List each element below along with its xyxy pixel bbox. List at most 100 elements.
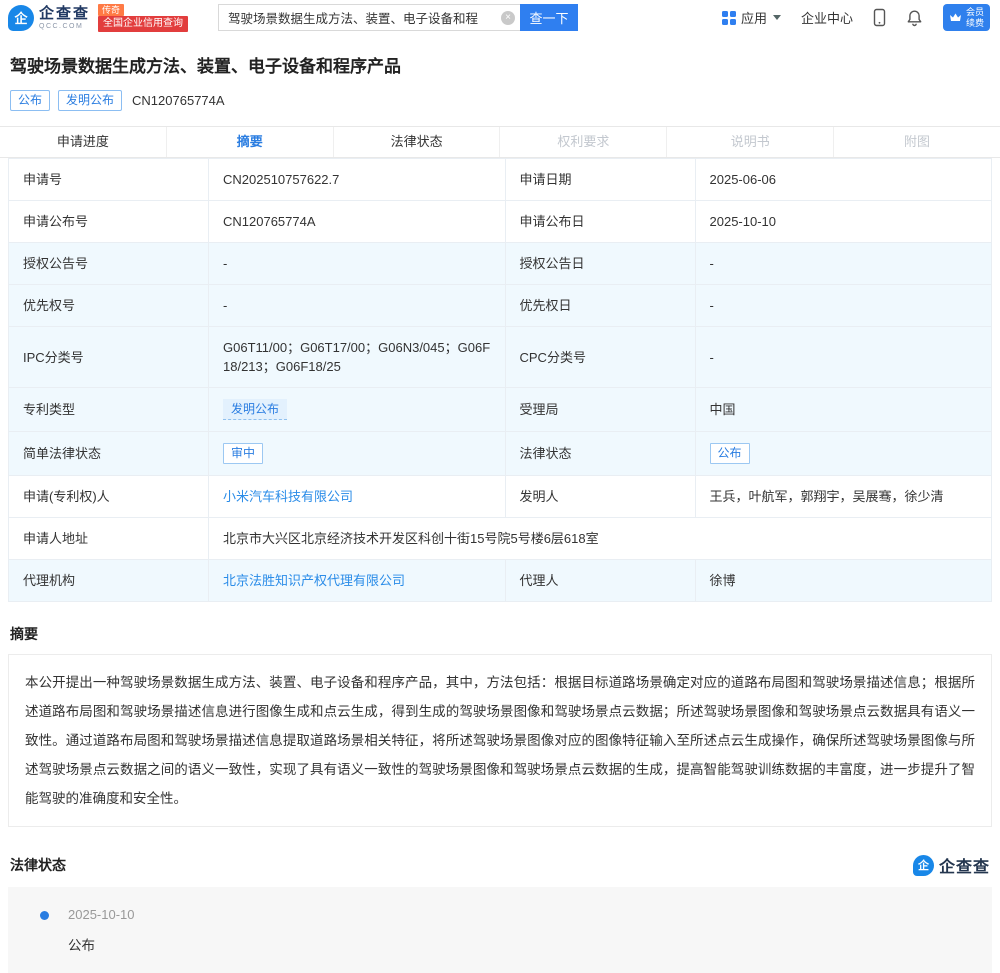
- badge-bottom-label: 全国企业信用查询: [98, 15, 189, 32]
- field-label: 优先权日: [504, 284, 696, 327]
- qcc-logo-icon: 企: [8, 4, 34, 31]
- bell-icon: [907, 10, 922, 26]
- field-label: 申请公布号: [8, 200, 209, 243]
- field-label: 申请日期: [504, 158, 696, 201]
- field-label: 受理局: [504, 387, 696, 432]
- field-label: 代理人: [504, 559, 696, 602]
- patent-number: CN120765774A: [132, 93, 225, 108]
- enterprise-center-link[interactable]: 企业中心: [801, 8, 853, 27]
- qcc-logo-name: 企查查: [39, 4, 91, 22]
- abstract-text: 本公开提出一种驾驶场景数据生成方法、装置、电子设备和程序产品，其中，方法包括：根…: [8, 654, 992, 827]
- patent-type-tag: 发明公布: [58, 90, 123, 111]
- tab-abstract[interactable]: 摘要: [166, 127, 334, 157]
- field-label: 申请号: [8, 158, 209, 201]
- legal-status-header: 法律状态 企 企查查: [10, 853, 990, 877]
- tab-claims: 权利要求: [500, 127, 668, 157]
- field-value: -: [694, 326, 992, 388]
- abstract-heading: 摘要: [10, 626, 38, 642]
- table-row: 申请人地址 北京市大兴区北京经济技术开发区科创十街15号院5号楼6层618室: [8, 517, 992, 560]
- field-value: CN202510757622.7: [208, 158, 506, 201]
- qcc-watermark-logo: 企 企查查: [912, 853, 990, 877]
- search-button[interactable]: 查一下: [520, 4, 579, 31]
- badge-top-label: 传奇: [98, 3, 125, 16]
- mobile-app-button[interactable]: [873, 8, 886, 27]
- field-label: 申请(专利权)人: [8, 475, 209, 518]
- field-value: -: [694, 284, 992, 327]
- top-nav: 应用 企业中心 会员 续费: [721, 4, 990, 31]
- field-value: 北京市大兴区北京经济技术开发区科创十街15号院5号楼6层618室: [208, 517, 992, 560]
- field-value: 徐博: [694, 559, 992, 602]
- field-label: CPC分类号: [504, 326, 696, 388]
- patent-tag-row: 公布 发明公布 CN120765774A: [10, 90, 990, 111]
- field-value: 中国: [694, 387, 992, 432]
- applicant-link[interactable]: 小米汽车科技有限公司: [223, 489, 353, 504]
- field-label: 专利类型: [8, 387, 209, 432]
- apps-grid-icon: [721, 10, 736, 25]
- simple-legal-status-badge: 审中: [223, 443, 264, 464]
- field-value: 王兵，叶航军，郭翔宇，吴展骞，徐少清: [694, 475, 992, 518]
- field-value: -: [208, 284, 506, 327]
- patent-detail-table: 申请号 CN202510757622.7 申请日期 2025-06-06 申请公…: [8, 158, 992, 602]
- field-label: 申请人地址: [8, 517, 209, 560]
- vip-renew-button[interactable]: 会员 续费: [942, 4, 990, 31]
- legal-status-badge: 公布: [709, 443, 750, 464]
- field-label: 法律状态: [504, 431, 696, 476]
- table-row: 申请公布号 CN120765774A 申请公布日 2025-10-10: [8, 200, 992, 243]
- search-input[interactable]: [219, 10, 521, 25]
- field-value: 2025-06-06: [694, 158, 992, 201]
- field-label: 申请公布日: [504, 200, 696, 243]
- publish-status-tag: 公布: [10, 90, 51, 111]
- timeline-dot-icon: [40, 911, 49, 920]
- legal-status-timeline: 2025-10-10 公布: [8, 887, 992, 973]
- tab-application-progress[interactable]: 申请进度: [0, 127, 167, 157]
- field-value: 北京法胜知识产权代理有限公司: [208, 559, 506, 602]
- timeline-status: 公布: [68, 938, 95, 953]
- tab-drawings: 附图: [834, 127, 1000, 157]
- field-value: 小米汽车科技有限公司: [208, 475, 506, 518]
- apps-menu[interactable]: 应用: [721, 8, 781, 27]
- page-title: 驾驶场景数据生成方法、装置、电子设备和程序产品: [10, 57, 401, 76]
- table-row: 授权公告号 - 授权公告日 -: [8, 242, 992, 285]
- notifications-button[interactable]: [906, 9, 923, 27]
- agency-link[interactable]: 北京法胜知识产权代理有限公司: [223, 573, 405, 588]
- field-label: 授权公告号: [8, 242, 209, 285]
- table-row: 申请号 CN202510757622.7 申请日期 2025-06-06: [8, 158, 992, 201]
- legal-status-heading: 法律状态: [10, 857, 66, 873]
- timeline-item: 2025-10-10 公布: [8, 907, 992, 954]
- field-value: 2025-10-10: [694, 200, 992, 243]
- field-value: CN120765774A: [208, 200, 506, 243]
- timeline-date: 2025-10-10: [68, 907, 135, 922]
- tab-description: 说明书: [667, 127, 835, 157]
- qcc-watermark-text: 企查查: [938, 859, 990, 876]
- search-bar: × 查一下: [218, 4, 579, 31]
- table-row: 优先权号 - 优先权日 -: [8, 284, 992, 327]
- field-label: 发明人: [504, 475, 696, 518]
- field-value: -: [694, 242, 992, 285]
- tab-legal-status[interactable]: 法律状态: [333, 127, 501, 157]
- table-row: 代理机构 北京法胜知识产权代理有限公司 代理人 徐博: [8, 559, 992, 602]
- table-row: 专利类型 发明公布 受理局 中国: [8, 387, 992, 432]
- crown-icon: [949, 13, 961, 21]
- field-value: 公布: [694, 431, 992, 476]
- vip-label-line1: 会员: [965, 7, 984, 18]
- qcc-logo[interactable]: 企 企查查 QCC.COM 传奇 全国企业信用查询: [8, 3, 189, 32]
- table-row: 简单法律状态 审中 法律状态 公布: [8, 431, 992, 476]
- field-label: 代理机构: [8, 559, 209, 602]
- field-value: 审中: [208, 431, 506, 476]
- clear-icon[interactable]: ×: [501, 10, 516, 25]
- credit-query-badge: 传奇 全国企业信用查询: [98, 3, 189, 32]
- field-value: 发明公布: [208, 387, 506, 432]
- field-value: -: [208, 242, 506, 285]
- detail-tabs: 申请进度 摘要 法律状态 权利要求 说明书 附图: [0, 126, 1000, 158]
- table-row: 申请(专利权)人 小米汽车科技有限公司 发明人 王兵，叶航军，郭翔宇，吴展骞，徐…: [8, 475, 992, 518]
- table-row: IPC分类号 G06T11/00；G06T17/00；G06N3/045；G06…: [8, 326, 992, 388]
- qcc-watermark-icon: 企: [912, 854, 934, 876]
- field-label: 授权公告日: [504, 242, 696, 285]
- patent-type-badge: 发明公布: [223, 399, 288, 420]
- field-label: 优先权号: [8, 284, 209, 327]
- apps-label: 应用: [740, 11, 767, 26]
- top-bar: 企 企查查 QCC.COM 传奇 全国企业信用查询 × 查一下 应用 企业中心: [0, 0, 1000, 32]
- field-label: IPC分类号: [8, 326, 209, 388]
- phone-icon: [873, 8, 886, 27]
- qcc-logo-domain: QCC.COM: [39, 22, 84, 30]
